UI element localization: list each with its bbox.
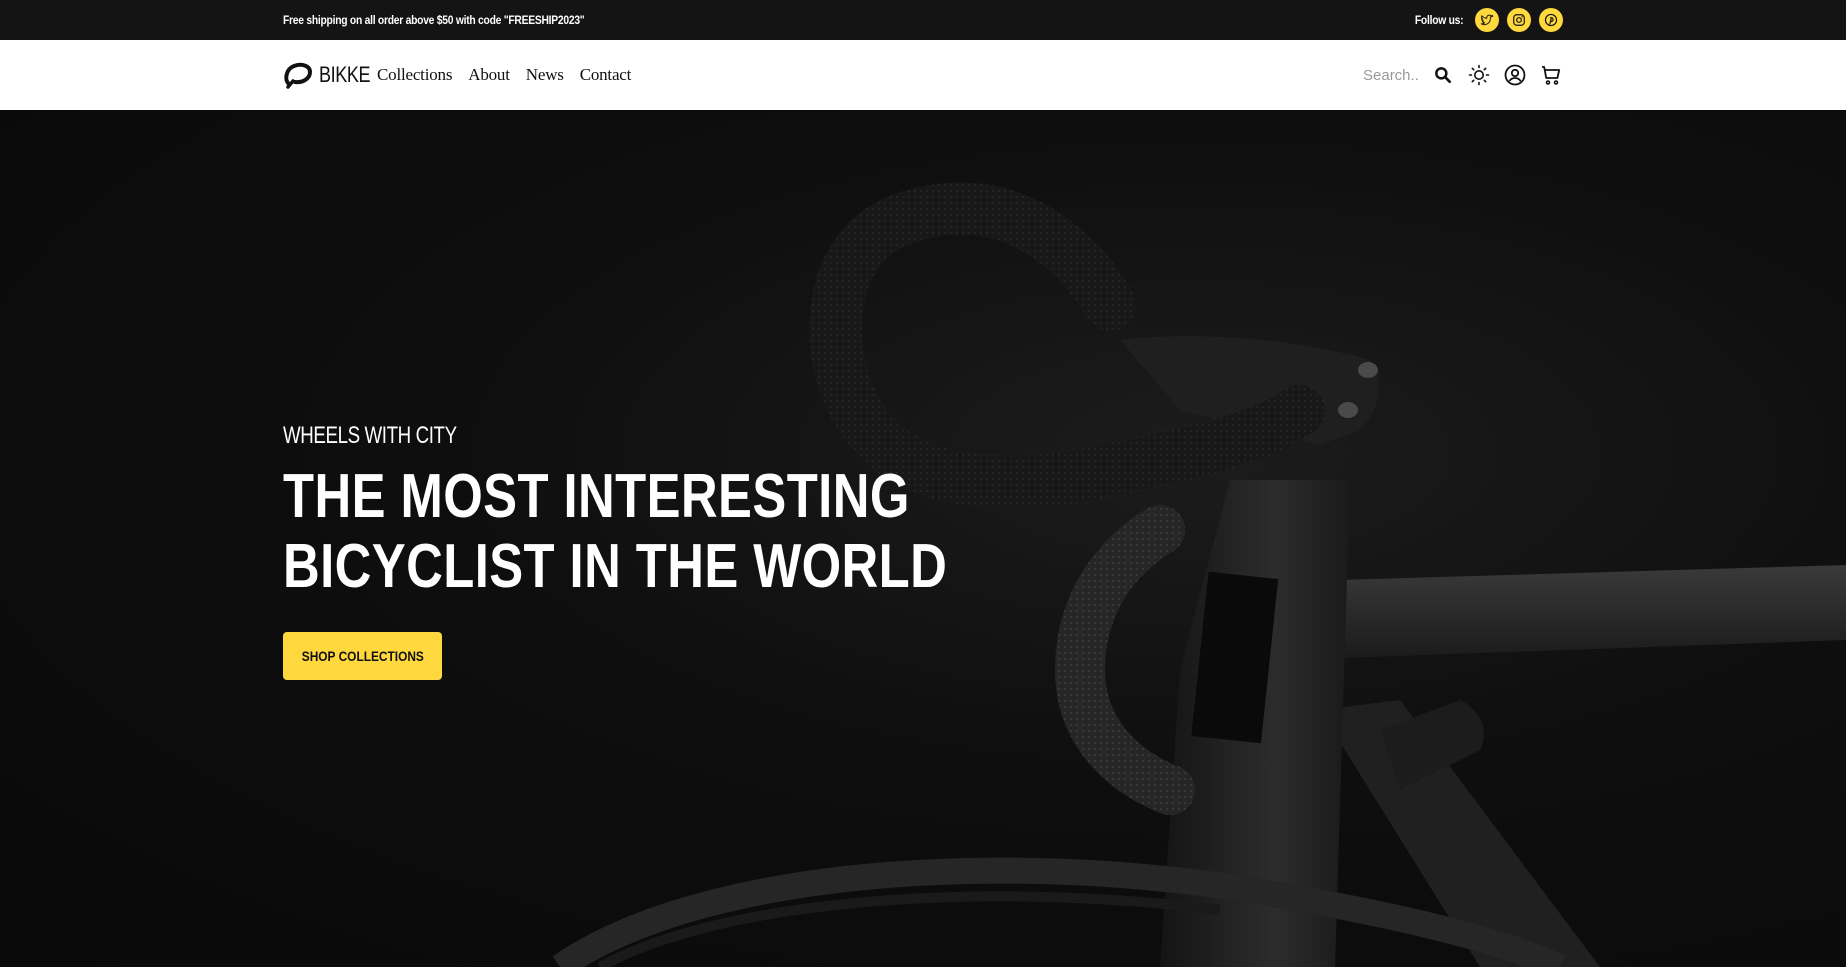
announcement-bar: Free shipping on all order above $50 wit… [0,0,1846,40]
nav-link-news[interactable]: News [526,65,564,85]
sun-icon[interactable] [1467,63,1491,87]
nav-link-about[interactable]: About [468,65,510,85]
hero-eyebrow: WHEELS WITH CITY [283,422,457,449]
main-menu: Collections About News Contact [377,40,631,110]
nav-link-contact[interactable]: Contact [580,65,632,85]
hero-banner: WHEELS WITH CITY THE MOST INTERESTING BI… [0,110,1846,967]
cart-icon[interactable] [1539,63,1563,87]
search-input[interactable] [1363,66,1419,84]
brand-name: BIKKE [319,62,371,87]
twitter-icon[interactable] [1475,8,1499,32]
hero-headline-line-2: BICYCLIST IN THE WORLD [283,532,948,601]
hero-copy: WHEELS WITH CITY THE MOST INTERESTING BI… [283,422,1093,680]
hero-headline: THE MOST INTERESTING BICYCLIST IN THE WO… [283,462,947,602]
hero-headline-line-1: THE MOST INTERESTING [283,462,910,531]
nav-link-collections[interactable]: Collections [377,65,452,85]
search-icon[interactable] [1431,63,1455,87]
promo-text: Free shipping on all order above $50 wit… [283,13,585,27]
shop-collections-button[interactable]: SHOP COLLECTIONS [283,632,442,680]
pinterest-icon[interactable] [1539,8,1563,32]
follow-label: Follow us: [1414,13,1464,27]
instagram-icon[interactable] [1507,8,1531,32]
social-links: Follow us: [1407,0,1563,40]
main-navbar: BIKKE Collections About News Contact [0,40,1846,110]
shop-collections-label: SHOP COLLECTIONS [301,648,424,664]
nav-actions [1363,40,1563,110]
user-icon[interactable] [1503,63,1527,87]
logo-mark-icon [284,62,313,89]
brand-logo[interactable]: BIKKE [283,57,381,93]
